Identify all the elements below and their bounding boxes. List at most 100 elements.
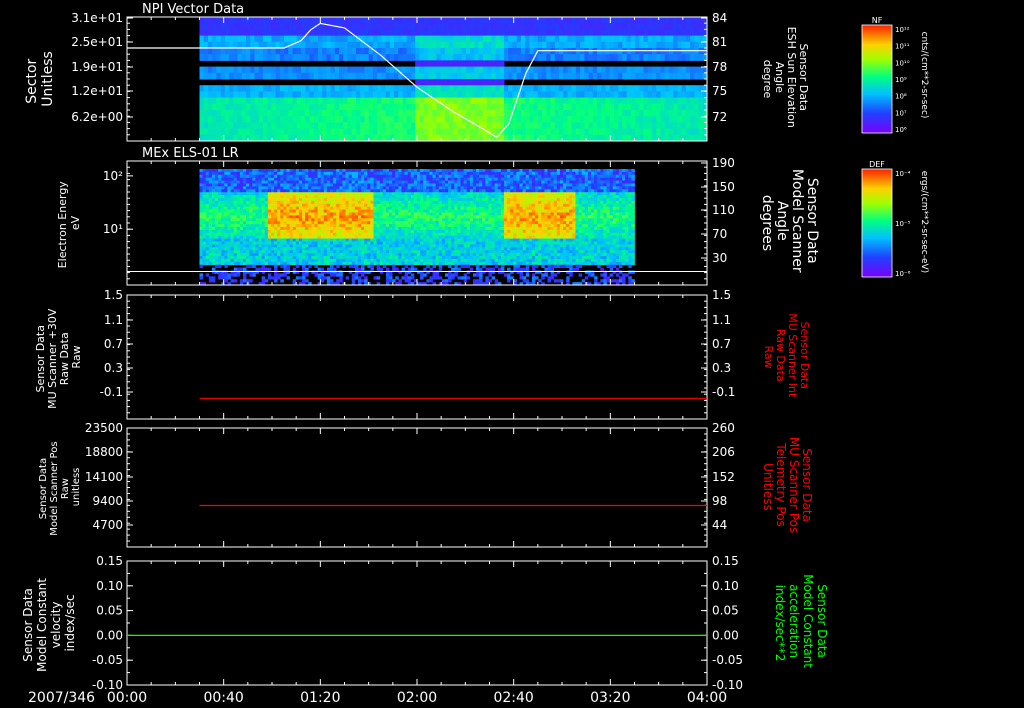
spectrogram-cell [313, 91, 319, 99]
spectrogram-cell [333, 192, 337, 196]
spectrogram-cell [392, 229, 396, 234]
spectrogram-cell [690, 72, 695, 80]
spectrogram-cell [286, 224, 291, 228]
spectrogram-cell [465, 23, 471, 30]
spectrogram-cell [368, 91, 374, 99]
spectrogram-cell [647, 17, 653, 24]
spectrogram-cell [630, 97, 636, 105]
spectrogram-cell [571, 110, 577, 117]
spectrogram-cell [317, 97, 323, 105]
spectrogram-cell [275, 110, 281, 117]
spectrogram-cell [487, 103, 492, 111]
spectrogram-cell [258, 103, 264, 111]
spectrogram-cell [227, 183, 231, 187]
spectrogram-cell [296, 23, 302, 30]
spectrogram-cell [345, 206, 350, 210]
spectrogram-cell [305, 48, 310, 55]
spectrogram-cell [355, 17, 361, 24]
spectrogram-cell [533, 41, 539, 49]
spectrogram-cell [656, 29, 661, 37]
spectrogram-cell [436, 29, 442, 37]
spectrogram-cell [205, 177, 210, 181]
spectrogram-cell [351, 206, 356, 210]
y2-tick-label: 78 [712, 60, 727, 74]
spectrogram-cell [326, 116, 332, 123]
spectrogram-cell [236, 203, 241, 208]
spectrogram-cell [249, 258, 253, 263]
spectrogram-cell [212, 91, 217, 99]
spectrogram-cell [398, 116, 403, 123]
spectrogram-cell [423, 267, 427, 271]
spectrogram-cell [407, 229, 412, 234]
spectrogram-cell [597, 23, 602, 30]
spectrogram-cell [274, 279, 278, 283]
spectrogram-cell [267, 229, 272, 234]
spectrogram-cell [295, 198, 300, 202]
spectrogram-cell [302, 279, 306, 283]
spectrogram-cell [205, 192, 210, 196]
spectrogram-cell [348, 253, 353, 257]
spectrogram-cell [229, 54, 234, 61]
spectrogram-cell [289, 180, 294, 184]
spectrogram-cell [626, 110, 632, 117]
spectrogram-cell [474, 29, 480, 37]
spectrogram-cell [664, 91, 670, 99]
spectrogram-cell [230, 238, 235, 242]
spectrogram-cell [512, 23, 518, 30]
spectrogram-cell [211, 247, 216, 251]
spectrogram-cell [542, 97, 547, 105]
spectrogram-cell [255, 270, 259, 274]
spectrogram-cell [295, 200, 300, 205]
spectrogram-cell [673, 128, 678, 136]
spectrogram-cell [364, 270, 368, 274]
spectrogram-cell [613, 128, 619, 136]
spectrogram-cell [385, 218, 390, 222]
spectrogram-cell [295, 270, 300, 274]
spectrogram-cell [289, 209, 294, 213]
spectrogram-cell [444, 122, 450, 130]
spectrogram-cell [482, 41, 488, 49]
spectrogram-cell [298, 215, 303, 219]
spectrogram-cell [482, 66, 488, 74]
spectrogram-cell [330, 229, 334, 234]
spectrogram-cell [622, 23, 628, 30]
spectrogram-cell [410, 174, 415, 179]
spectrogram-cell [236, 215, 241, 219]
spectrogram-cell [236, 189, 241, 193]
spectrogram-cell [444, 72, 450, 80]
spectrogram-cell [243, 198, 247, 202]
spectrogram-cell [267, 128, 272, 136]
spectrogram-cell [254, 122, 260, 130]
spectrogram-cell [656, 41, 661, 49]
spectrogram-cell [339, 238, 343, 242]
spectrogram-cell [233, 171, 238, 176]
spectrogram-cell [605, 85, 611, 92]
spectrogram-cell [261, 224, 266, 228]
spectrogram-cell [406, 35, 412, 43]
spectrogram-cell [525, 48, 530, 55]
spectrogram-cell [237, 85, 243, 92]
spectrogram-cell [267, 241, 272, 245]
spectrogram-cell [314, 174, 318, 179]
spectrogram-cell [208, 227, 213, 231]
spectrogram-cell [373, 186, 378, 190]
spectrogram-cell [313, 41, 319, 49]
spectrogram-cell [376, 267, 381, 271]
spectrogram-cell [280, 241, 284, 245]
spectrogram-cell [227, 229, 231, 234]
spectrogram-cell [243, 206, 247, 210]
spectrogram-cell [348, 258, 353, 263]
spectrogram-cell [208, 247, 213, 251]
spectrogram-cell [267, 273, 272, 277]
spectrogram-cell [330, 235, 334, 239]
spectrogram-cell [302, 221, 306, 225]
spectrogram-cell [220, 103, 226, 111]
spectrogram-cell [395, 261, 399, 266]
spectrogram-cell [280, 261, 284, 266]
spectrogram-cell [389, 247, 393, 251]
spectrogram-cell [236, 227, 241, 231]
spectrogram-cell [656, 72, 661, 80]
spectrogram-cell [252, 206, 256, 210]
spectrogram-cell [221, 195, 225, 199]
spectrogram-cell [267, 29, 272, 37]
